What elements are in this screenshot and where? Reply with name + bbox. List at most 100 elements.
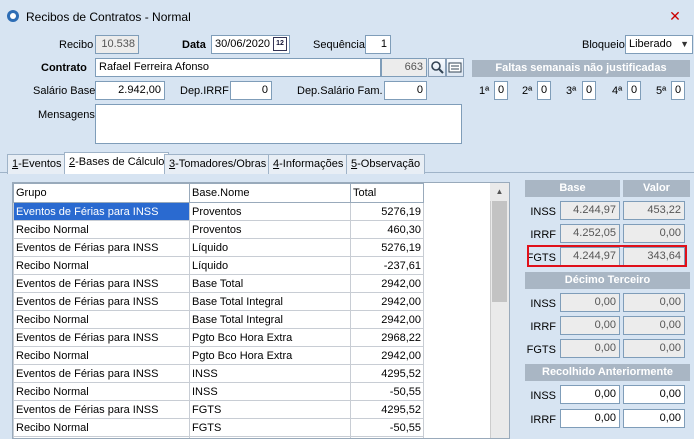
grid-cell-grupo[interactable]: Recibo Normal [13,220,190,239]
tab-observacao[interactable]: 5-Observação [346,154,426,174]
dec-inss-valor: 0,00 [623,293,685,312]
grid-cell-grupo[interactable]: Eventos de Férias para INSS [13,292,190,311]
week-2-field[interactable]: 0 [537,81,551,100]
table-row[interactable]: Recibo Normal Pgto Bco Hora Extra 2942,00 [13,346,424,365]
grid-cell-total[interactable]: -50,55 [350,418,424,437]
contrato-label: Contrato [41,62,87,74]
grid-cell-total[interactable]: 5276,19 [350,202,424,221]
grid-cell-base-nome[interactable]: Pgto Bco Hora Extra [189,346,351,365]
grid-cell-total[interactable]: 2942,00 [350,274,424,293]
grid-cell-grupo[interactable]: Eventos de Férias para INSS [13,202,190,221]
grid-cell-total[interactable]: 4295,52 [350,364,424,383]
table-row[interactable]: Eventos de Férias para INSS Base Total 294… [13,274,424,293]
grid-cell-grupo[interactable]: Eventos de Férias para INSS [13,400,190,419]
grid-cell-grupo[interactable]: Recibo Normal [13,382,190,401]
details-button[interactable] [446,58,464,77]
week-1-field[interactable]: 0 [494,81,508,100]
grid-cell-base-nome[interactable]: FGTS [189,400,351,419]
grid-cell-grupo[interactable]: Recibo Normal [13,310,190,329]
bases-table: Grupo Base.Nome Total Eventos de Férias … [13,183,424,438]
rec-inss-valor[interactable]: 0,00 [623,385,685,404]
mensagens-textarea[interactable] [95,104,462,144]
tab-bases-de-calculo[interactable]: 2-Bases de Cálculo [64,152,170,174]
close-button[interactable]: ✕ [660,5,690,27]
mensagens-label: Mensagens [38,109,95,121]
table-row[interactable]: Recibo Normal Líquido -237,61 [13,256,424,275]
grid-cell-base-nome[interactable]: Base Total [189,274,351,293]
grid-cell-grupo[interactable]: Eventos de Férias para INSS [13,274,190,293]
table-row[interactable]: Recibo Normal INSS -50,55 [13,382,424,401]
table-row[interactable]: Eventos de Férias para INSS INSS 4295,52 [13,364,424,383]
scroll-thumb[interactable] [492,201,507,302]
sequencia-label: Sequência [313,39,365,51]
grid-cell-total[interactable]: 460,30 [350,220,424,239]
tab-informacoes[interactable]: 4-Informações [268,154,349,174]
grid-cell-base-nome[interactable]: Líquido [189,256,351,275]
grid-cell-total[interactable]: 5276,19 [350,238,424,257]
grid-cell-total[interactable]: -237,61 [350,256,424,275]
grid-cell-base-nome[interactable]: Base Total Integral [189,292,351,311]
tab-tomadores-obras[interactable]: 3-Tomadores/Obras [164,154,272,174]
rp-inss-label: INSS [530,206,556,218]
salario-field[interactable]: 2.942,00 [95,81,165,100]
table-row[interactable]: Recibo Normal FGTS -50,55 [13,418,424,437]
grid-cell-grupo[interactable]: Eventos de Férias para INSS [13,238,190,257]
table-row[interactable]: Eventos de Férias para INSS Proventos 5276… [13,202,424,221]
bloqueio-label: Bloqueio [582,39,625,51]
grid-cell-total[interactable]: 2942,00 [350,346,424,365]
col-grupo[interactable]: Grupo [13,183,190,203]
rec-irrf-base[interactable]: 0,00 [560,409,620,428]
salario-label: Salário Base [33,85,96,97]
grid-cell-base-nome[interactable]: Proventos [189,220,351,239]
grid-cell-grupo[interactable]: Eventos de Férias para INSS [13,328,190,347]
rec-inss-base[interactable]: 0,00 [560,385,620,404]
grid-cell-base-nome[interactable]: Proventos [189,202,351,221]
week-3-field[interactable]: 0 [582,81,596,100]
bloqueio-select[interactable]: Liberado ▼ [625,35,693,54]
dep-sal-field[interactable]: 0 [384,81,427,100]
window-title: Recibos de Contratos - Normal [26,10,191,24]
chevron-down-icon[interactable]: ▼ [680,36,689,53]
data-field[interactable]: 30/06/2020 12 [211,35,290,54]
calendar-icon[interactable]: 12 [273,37,287,51]
grid-cell-grupo[interactable]: Recibo Normal [13,256,190,275]
grid-cell-base-nome[interactable]: Base Total Integral [189,310,351,329]
scroll-up-icon[interactable]: ▲ [490,183,509,201]
grid-cell-base-nome[interactable]: INSS [189,364,351,383]
grid-cell-total[interactable]: 2942,00 [350,310,424,329]
table-row[interactable]: Eventos de Férias para INSS Pgto Bco Hora… [13,328,424,347]
bases-grid[interactable]: Grupo Base.Nome Total Eventos de Férias … [12,182,510,439]
rec-irrf-valor[interactable]: 0,00 [623,409,685,428]
table-row[interactable]: Recibo Normal Base Total Integral 2942,00 [13,310,424,329]
grid-cell-grupo[interactable]: Eventos de Férias para INSS [13,364,190,383]
col-total[interactable]: Total [350,183,424,203]
table-row[interactable]: Recibo Normal Proventos 460,30 [13,220,424,239]
table-row[interactable]: Eventos de Férias para INSS Base Total In… [13,292,424,311]
table-row[interactable]: Eventos de Férias para INSS Líquido 5276,1… [13,238,424,257]
bloqueio-value: Liberado [629,38,672,50]
tab-eventos[interactable]: 1-Eventos [7,154,67,174]
table-row[interactable]: Eventos de Férias para INSS FGTS 4295,52 [13,400,424,419]
grid-cell-base-nome[interactable]: Líquido [189,238,351,257]
week-4-label: 4ª [612,85,623,97]
grid-cell-grupo[interactable]: Recibo Normal [13,346,190,365]
grid-cell-total[interactable]: 2968,22 [350,328,424,347]
week-5-field[interactable]: 0 [671,81,685,100]
sequencia-field[interactable]: 1 [365,35,391,54]
app-icon [7,10,19,22]
grid-cell-base-nome[interactable]: INSS [189,382,351,401]
rec-irrf-label: IRRF [530,414,556,426]
search-button[interactable] [428,58,446,77]
week-4-field[interactable]: 0 [627,81,641,100]
grid-cell-base-nome[interactable]: FGTS [189,418,351,437]
recibo-label: Recibo [59,39,94,51]
dep-sal-label: Dep.Salário Fam. [297,85,383,97]
dep-irrf-field[interactable]: 0 [230,81,272,100]
col-base-nome[interactable]: Base.Nome [189,183,351,203]
contrato-field[interactable]: Rafael Ferreira Afonso [95,58,381,77]
grid-cell-grupo[interactable]: Recibo Normal [13,418,190,437]
grid-cell-total[interactable]: -50,55 [350,382,424,401]
grid-cell-base-nome[interactable]: Pgto Bco Hora Extra [189,328,351,347]
grid-cell-total[interactable]: 2942,00 [350,292,424,311]
grid-cell-total[interactable]: 4295,52 [350,400,424,419]
